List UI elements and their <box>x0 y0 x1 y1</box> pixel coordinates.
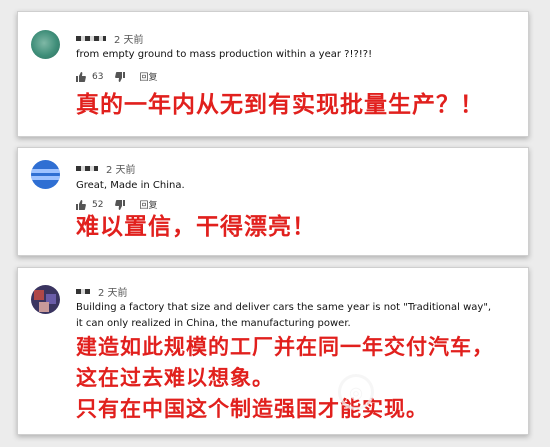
translation-line: 建造如此规模的工厂并在同一年交付汽车， <box>76 335 494 359</box>
comment-text-line: it can only realized in China, the manuf… <box>76 318 351 329</box>
translation-line: 只有在中国这个制造强国才能实现。 <box>76 397 428 421</box>
comment-text: from empty ground to mass production wit… <box>76 47 514 63</box>
watermark-circle-icon: ◎ <box>338 374 374 410</box>
like-count: 63 <box>92 71 104 82</box>
avatar[interactable] <box>31 160 60 189</box>
comment-meta: 2 天前 <box>76 161 136 176</box>
comment-text-line: Great, Made in China. <box>76 180 185 191</box>
comment-card: 2 天前 Building a factory that size and de… <box>17 267 529 435</box>
username-redacted[interactable] <box>76 166 98 171</box>
username-redacted[interactable] <box>76 36 106 41</box>
timestamp: 2 天前 <box>98 288 128 299</box>
translation-line: 真的一年内从无到有实现批量生产？！ <box>76 92 484 118</box>
thumbs-up-icon[interactable] <box>76 199 86 210</box>
comments-page: 2 天前 from empty ground to mass productio… <box>0 0 550 447</box>
watermark-logo-icon: ◎ <box>338 374 374 410</box>
reply-button[interactable]: 回复 <box>139 70 157 83</box>
username-redacted[interactable] <box>76 289 90 294</box>
comment-text: Building a factory that size and deliver… <box>76 300 514 332</box>
timestamp: 2 天前 <box>106 165 136 176</box>
avatar[interactable] <box>31 285 60 314</box>
chinese-translation: 建造如此规模的工厂并在同一年交付汽车， 这在过去难以想象。 只有在中国这个制造强… <box>76 332 520 425</box>
comment-actions: 52 回复 <box>76 198 157 211</box>
comment-text-line: Building a factory that size and deliver… <box>76 302 492 313</box>
comment-meta: 2 天前 <box>76 31 144 46</box>
thumbs-down-icon[interactable] <box>115 199 126 210</box>
thumbs-down-icon[interactable] <box>115 71 126 82</box>
comment-card: 2 天前 Great, Made in China. 52 回复 难以置信，干得… <box>17 147 529 256</box>
translation-line: 难以置信，干得漂亮！ <box>76 214 316 240</box>
timestamp: 2 天前 <box>114 35 144 46</box>
avatar[interactable] <box>31 30 60 59</box>
like-count: 52 <box>92 199 104 210</box>
thumbs-up-icon[interactable] <box>76 71 86 82</box>
comment-text: Great, Made in China. <box>76 178 514 194</box>
comment-text-line: from empty ground to mass production wit… <box>76 49 373 60</box>
comment-card: 2 天前 from empty ground to mass productio… <box>17 11 529 137</box>
chinese-translation: 难以置信，干得漂亮！ <box>76 212 520 242</box>
translation-line: 这在过去难以想象。 <box>76 366 274 390</box>
chinese-translation: 真的一年内从无到有实现批量生产？！ <box>76 90 520 120</box>
reply-button[interactable]: 回复 <box>139 198 157 211</box>
comment-actions: 63 回复 <box>76 70 157 83</box>
comment-meta: 2 天前 <box>76 284 128 299</box>
